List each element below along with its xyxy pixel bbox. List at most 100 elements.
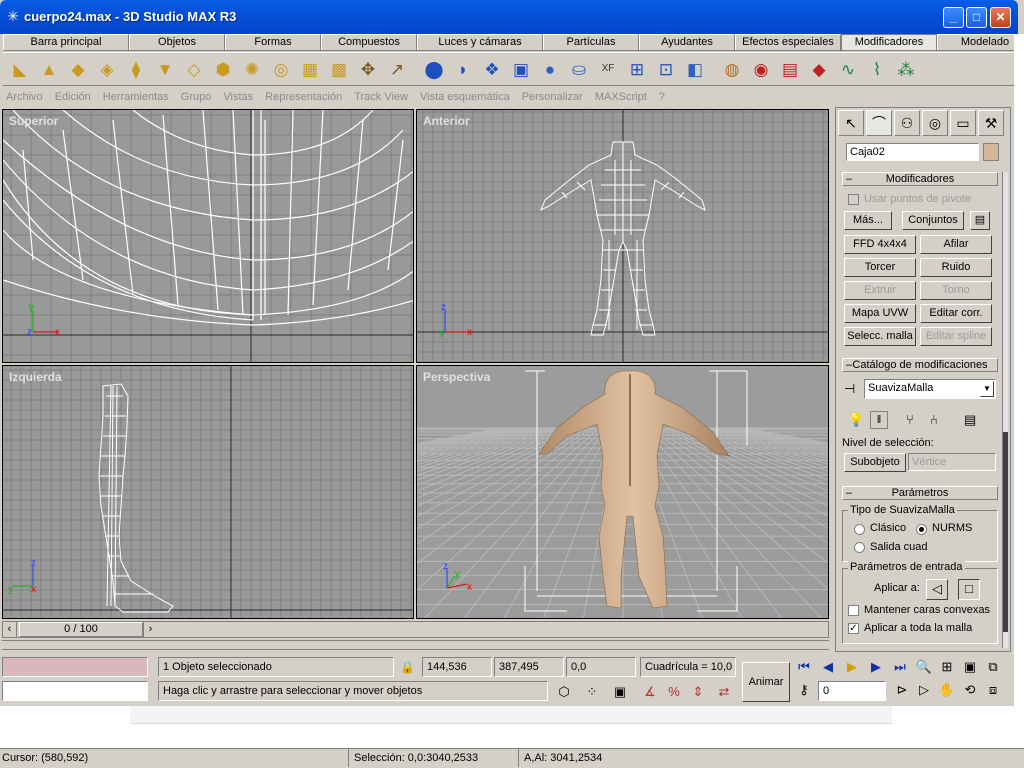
- spinner-snap-icon[interactable]: ⇕: [688, 682, 708, 702]
- geosphere-icon[interactable]: ◍: [719, 55, 745, 83]
- cylinder-icon[interactable]: ⛀: [566, 55, 592, 83]
- lattice-icon[interactable]: ◎: [268, 55, 294, 83]
- time-config-icon[interactable]: ⊳: [892, 680, 912, 700]
- displace-icon[interactable]: ▣: [508, 55, 534, 83]
- twist-button[interactable]: Torcer: [844, 258, 916, 277]
- tab-2[interactable]: Formas: [225, 34, 321, 50]
- zoom-all-icon[interactable]: ⊞: [937, 657, 957, 677]
- menu-item-1[interactable]: Edición: [55, 88, 91, 106]
- skew-icon[interactable]: ⬢: [210, 55, 236, 83]
- create-tab-icon[interactable]: ↖: [838, 110, 864, 136]
- more-button[interactable]: Más...: [844, 211, 892, 230]
- prev-frame-arrow-icon[interactable]: ‹: [3, 622, 17, 637]
- snap-toggle-icon[interactable]: ⁘: [582, 682, 602, 702]
- taper-button[interactable]: Afilar: [920, 235, 992, 254]
- ffd-cyl-icon[interactable]: ▩: [326, 55, 352, 83]
- maximize-viewport-icon[interactable]: ⧈: [983, 680, 1003, 700]
- modifier-stack-dropdown[interactable]: SuavizaMalla: [864, 379, 996, 399]
- make-unique-icon[interactable]: ⑂: [906, 412, 914, 427]
- configure-sets-icon[interactable]: ▤: [970, 211, 990, 230]
- edit-stack-icon[interactable]: ▤: [964, 412, 976, 428]
- menu-item-5[interactable]: Representación: [265, 88, 342, 106]
- key-mode-icon[interactable]: ⚷: [794, 680, 814, 700]
- ffd-box-icon[interactable]: ▦: [297, 55, 323, 83]
- parameters-rollout-header[interactable]: – Parámetros: [842, 486, 998, 500]
- nurms-radio[interactable]: [916, 524, 927, 535]
- menu-item-4[interactable]: Vistas: [223, 88, 253, 106]
- ripple-icon[interactable]: ✺: [239, 55, 265, 83]
- optimize-icon[interactable]: ▤: [777, 55, 803, 83]
- asterisk-icon[interactable]: ✳: [5, 8, 21, 24]
- utilities-tab-icon[interactable]: ⚒: [978, 110, 1004, 136]
- lathe-button[interactable]: Torno: [920, 281, 992, 300]
- menu-item-8[interactable]: Personalizar: [522, 88, 583, 106]
- next-key-icon[interactable]: ▶: [866, 657, 886, 677]
- uvw-map-button[interactable]: Mapa UVW: [844, 304, 916, 323]
- menu-item-2[interactable]: Herramientas: [103, 88, 169, 106]
- viewport-left[interactable]: Izquierda z y x: [2, 365, 414, 619]
- viewport-front[interactable]: Anterior z x y: [416, 109, 829, 363]
- object-color-swatch[interactable]: [983, 143, 999, 161]
- next-frame-arrow-icon[interactable]: ›: [143, 622, 157, 637]
- coord-x-field[interactable]: 144,536: [422, 657, 492, 677]
- menu-item-0[interactable]: Archivo: [6, 88, 43, 106]
- edit-spline-button[interactable]: Editar spline: [920, 327, 992, 346]
- tab-3[interactable]: Compuestos: [321, 34, 417, 50]
- object-name-input[interactable]: Caja02: [846, 143, 979, 161]
- play-icon[interactable]: ▶: [842, 657, 862, 677]
- menu-item-3[interactable]: Grupo: [181, 88, 212, 106]
- vol-select-icon[interactable]: ⊡: [653, 55, 679, 83]
- mesh-smooth-icon[interactable]: ◉: [748, 55, 774, 83]
- chevron-down-icon[interactable]: ▼: [980, 381, 994, 397]
- animate-button[interactable]: Animar: [742, 662, 790, 702]
- maxscript-listener[interactable]: [2, 657, 148, 677]
- stack-rollout-header[interactable]: – Catálogo de modificaciones: [842, 358, 998, 372]
- tab-4[interactable]: Luces y cámaras: [417, 34, 543, 50]
- region-zoom-icon[interactable]: ▷: [914, 680, 934, 700]
- active-inactive-icon[interactable]: 💡: [848, 412, 864, 428]
- current-frame-field[interactable]: 0: [818, 681, 886, 701]
- close-button[interactable]: ✕: [990, 7, 1011, 28]
- viewport-perspective[interactable]: Perspectiva z x y: [416, 365, 829, 619]
- taper-icon[interactable]: ▲: [36, 55, 62, 83]
- path-deform-icon[interactable]: ✥: [355, 55, 381, 83]
- bend-icon[interactable]: ◣: [7, 55, 33, 83]
- menu-item-6[interactable]: Track View: [354, 88, 408, 106]
- tab-5[interactable]: Partículas: [543, 34, 639, 50]
- track-bar[interactable]: [2, 640, 829, 650]
- quad-output-radio[interactable]: [854, 542, 865, 553]
- tab-9[interactable]: Modelado: [937, 34, 1015, 50]
- menu-item-7[interactable]: Vista esquemática: [420, 88, 510, 106]
- noise-button[interactable]: Ruido: [920, 258, 992, 277]
- goto-end-icon[interactable]: ⏭: [890, 657, 910, 677]
- zoom-extents-all-icon[interactable]: ⧉: [983, 657, 1003, 677]
- panel-scrollbar-thumb[interactable]: [1003, 432, 1008, 632]
- arc-rotate-icon[interactable]: ⟲: [960, 680, 980, 700]
- extrude-button[interactable]: Extruir: [844, 281, 916, 300]
- motion-tab-icon[interactable]: ◎: [922, 110, 948, 136]
- lock-selection-icon[interactable]: 🔒: [400, 660, 415, 674]
- angle-snap-icon[interactable]: ∡: [640, 682, 660, 702]
- menu-item-10[interactable]: ?: [659, 88, 665, 106]
- lathe-icon[interactable]: ↗: [384, 55, 410, 83]
- time-slider[interactable]: ‹ 0 / 100 ›: [2, 621, 829, 638]
- tab-6[interactable]: Ayudantes: [639, 34, 735, 50]
- panel-scrollbar[interactable]: [1002, 172, 1008, 648]
- use-pivot-checkbox[interactable]: [848, 194, 859, 205]
- window-selection-icon[interactable]: ▣: [610, 682, 630, 702]
- pan-icon[interactable]: ✋: [937, 680, 957, 700]
- degradation-icon[interactable]: ⇄: [714, 682, 734, 702]
- spline-icon[interactable]: ∿: [835, 55, 861, 83]
- minimize-button[interactable]: _: [943, 7, 964, 28]
- tab-0[interactable]: Barra principal: [3, 34, 129, 50]
- coord-y-field[interactable]: 387,495: [494, 657, 564, 677]
- keep-convex-checkbox[interactable]: [848, 605, 859, 616]
- pin-stack-icon[interactable]: ⊣: [844, 381, 855, 397]
- tessellate-icon[interactable]: ◆: [806, 55, 832, 83]
- subobject-level-dropdown[interactable]: Vértice: [908, 453, 996, 471]
- wave-icon[interactable]: ◇: [181, 55, 207, 83]
- coord-z-field[interactable]: 0,0: [566, 657, 636, 677]
- frame-indicator[interactable]: 0 / 100: [19, 622, 143, 637]
- goto-start-icon[interactable]: ⏮: [794, 657, 814, 677]
- normal-icon[interactable]: ⁂: [893, 55, 919, 83]
